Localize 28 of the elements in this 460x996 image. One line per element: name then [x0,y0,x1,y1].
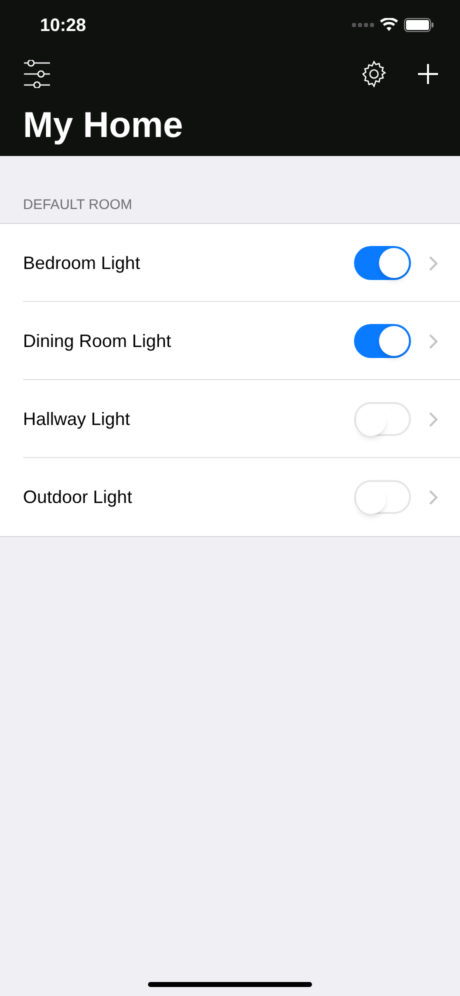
chevron-icon [429,490,438,504]
light-toggle[interactable] [354,246,411,280]
light-row[interactable]: Dining Room Light [0,302,460,380]
battery-icon [404,18,434,32]
light-row[interactable]: Hallway Light [0,380,460,458]
add-button[interactable] [416,62,440,86]
light-toggle[interactable] [354,480,411,514]
chevron-icon [429,334,438,348]
settings-icon [360,60,388,88]
light-row[interactable]: Bedroom Light [0,224,460,302]
filter-button[interactable] [23,60,51,88]
chevron-icon [429,256,438,270]
light-label: Hallway Light [23,408,132,431]
light-label: Dining Room Light [23,330,172,353]
sliders-icon [23,60,51,88]
signal-icon [352,23,374,27]
light-label: Bedroom Light [23,252,142,275]
light-label: Outdoor Light [23,486,134,509]
light-toggle[interactable] [354,324,411,358]
chevron-icon [429,412,438,426]
settings-button[interactable] [360,60,388,88]
page-title: My Home [22,103,184,147]
light-row[interactable]: Outdoor Light [0,458,460,536]
wifi-icon [380,18,398,32]
plus-icon [416,62,440,86]
light-toggle[interactable] [354,402,411,436]
section-header: DEFAULT ROOM [22,195,134,214]
status-time: 10:28 [40,14,86,36]
